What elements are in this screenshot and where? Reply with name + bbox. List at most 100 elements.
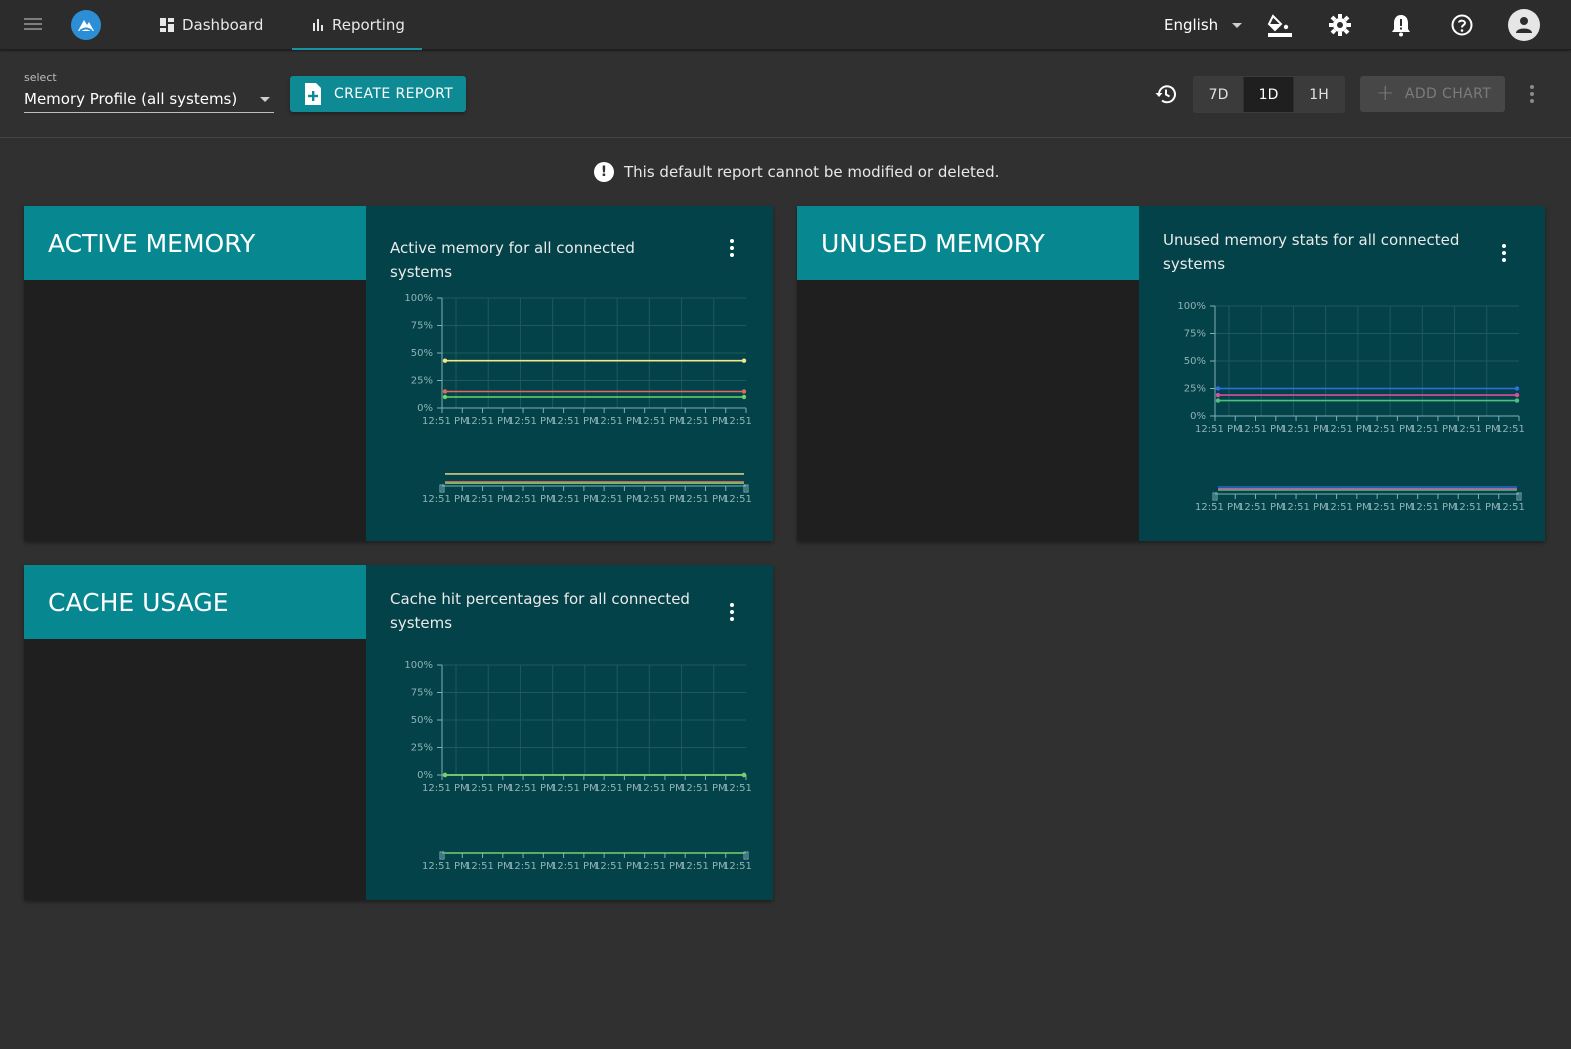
alert-icon: ! <box>594 162 614 182</box>
data-point <box>741 358 747 363</box>
x-tick-label: 12:51 PM <box>1281 424 1328 435</box>
range-7d-button[interactable]: 7D <box>1194 77 1244 112</box>
y-tick-label: 0% <box>417 403 433 414</box>
card-title: UNUSED MEMORY <box>797 206 1139 280</box>
x-tick-label: 12:51 PM <box>1238 424 1285 435</box>
help-icon[interactable] <box>1447 10 1477 40</box>
data-point <box>741 394 747 400</box>
x-tick-label: 12:51 PM <box>1195 424 1242 435</box>
card-unused-memory: UNUSED MEMORY Unused memory stats for al… <box>797 206 1545 541</box>
data-point <box>442 358 448 363</box>
y-tick-label: 75% <box>1184 329 1206 340</box>
tab-dashboard-label: Dashboard <box>182 16 264 34</box>
y-tick-label: 25% <box>411 376 433 387</box>
x-tick-label: 12:51 PM <box>422 783 469 794</box>
overview-tick-label: 12:51 PM <box>594 861 641 872</box>
data-point <box>1215 398 1221 403</box>
create-report-button[interactable]: CREATE REPORT <box>290 76 466 112</box>
x-tick-label: 12:51 PM <box>508 416 555 427</box>
overview-tick-label: 12:51 PM <box>1281 502 1328 513</box>
overview-tick-label: 12:51 PM <box>465 494 512 505</box>
add-chart-button[interactable]: + ADD CHART <box>1360 76 1505 112</box>
x-tick-label: 12:51 PM <box>1367 424 1414 435</box>
y-tick-label: 0% <box>1190 411 1206 422</box>
x-tick-label: 12:51 PM <box>680 783 727 794</box>
overview-tick-label: 12:51 PM <box>594 494 641 505</box>
x-tick-label: 12:51 PM <box>465 416 512 427</box>
chevron-down-icon <box>260 97 270 102</box>
x-tick-label: 12:51 PM <box>465 783 512 794</box>
data-point <box>1215 386 1221 391</box>
overview-tick-label: 12:51 <box>723 861 752 872</box>
plus-icon: + <box>1376 81 1395 106</box>
card-chart-panel: Cache hit percentages for all connected … <box>366 565 773 900</box>
gear-icon[interactable] <box>1325 10 1355 40</box>
overview-tick-label: 12:51 PM <box>637 494 684 505</box>
overview-tick-label: 12:51 PM <box>1453 502 1500 513</box>
x-tick-label: 12:51 PM <box>422 416 469 427</box>
overview-tick-label: 12:51 PM <box>1410 502 1457 513</box>
hamburger-menu-icon[interactable] <box>22 15 46 35</box>
card-cache-usage: CACHE USAGE Cache hit percentages for al… <box>24 565 773 900</box>
create-report-label: CREATE REPORT <box>334 86 454 102</box>
data-point <box>1215 392 1221 398</box>
report-select-value: Memory Profile (all systems) <box>24 90 238 108</box>
account-icon[interactable] <box>1508 9 1540 41</box>
y-tick-label: 100% <box>1177 301 1206 312</box>
top-bar: Dashboard Reporting English <box>0 0 1571 50</box>
x-tick-label: 12:51 <box>1496 424 1525 435</box>
y-tick-label: 100% <box>404 293 433 304</box>
select-label: select <box>24 71 57 84</box>
data-point <box>442 394 448 400</box>
overview-tick-label: 12:51 PM <box>680 494 727 505</box>
card-chart-panel: Unused memory stats for all connected sy… <box>1139 206 1545 541</box>
more-options-icon[interactable] <box>1522 80 1542 108</box>
range-1d-button[interactable]: 1D <box>1244 77 1294 112</box>
x-tick-label: 12:51 PM <box>637 416 684 427</box>
history-icon[interactable] <box>1152 80 1180 108</box>
line-chart: 100%75%50%25%0%12:51 PM12:51 PM12:51 PM1… <box>404 660 752 872</box>
y-tick-label: 50% <box>411 348 433 359</box>
y-tick-label: 25% <box>1184 384 1206 395</box>
x-tick-label: 12:51 PM <box>1324 424 1371 435</box>
x-tick-label: 12:51 PM <box>680 416 727 427</box>
y-tick-label: 50% <box>1184 356 1206 367</box>
y-tick-label: 0% <box>417 770 433 781</box>
range-1h-button[interactable]: 1H <box>1294 77 1344 112</box>
card-title: ACTIVE MEMORY <box>24 206 366 280</box>
data-point <box>741 389 747 394</box>
notice-text: This default report cannot be modified o… <box>624 163 1000 181</box>
tab-dashboard[interactable]: Dashboard <box>160 0 280 50</box>
overview-tick-label: 12:51 PM <box>508 861 555 872</box>
y-tick-label: 50% <box>411 715 433 726</box>
report-select[interactable]: Memory Profile (all systems) <box>24 87 274 113</box>
overview-tick-label: 12:51 PM <box>422 861 469 872</box>
language-label: English <box>1164 16 1219 34</box>
overview-tick-label: 12:51 PM <box>1367 502 1414 513</box>
line-chart: 100%75%50%25%0%12:51 PM12:51 PM12:51 PM1… <box>404 293 752 505</box>
y-tick-label: 75% <box>411 688 433 699</box>
tab-reporting-label: Reporting <box>332 16 405 34</box>
paint-bucket-icon[interactable] <box>1265 10 1295 40</box>
overview-tick-label: 12:51 PM <box>1238 502 1285 513</box>
bell-alert-icon[interactable] <box>1386 10 1416 40</box>
data-point <box>741 772 747 778</box>
data-point <box>1514 386 1520 391</box>
report-toolbar: select Memory Profile (all systems) CREA… <box>0 51 1571 138</box>
add-chart-label: ADD CHART <box>1404 86 1492 102</box>
language-select[interactable]: English <box>1164 0 1243 50</box>
add-document-icon <box>304 83 322 105</box>
x-tick-label: 12:51 PM <box>508 783 555 794</box>
overview-tick-label: 12:51 PM <box>508 494 555 505</box>
dashboard-icon <box>160 18 174 32</box>
app-logo[interactable] <box>71 10 101 40</box>
overview-tick-label: 12:51 PM <box>680 861 727 872</box>
tab-reporting[interactable]: Reporting <box>292 0 422 50</box>
data-point <box>1514 392 1520 398</box>
y-tick-label: 25% <box>411 743 433 754</box>
overview-tick-label: 12:51 PM <box>637 861 684 872</box>
time-range-toggle: 7D 1D 1H <box>1193 76 1345 113</box>
y-tick-label: 100% <box>404 660 433 671</box>
data-point <box>442 389 448 394</box>
overview-tick-label: 12:51 <box>723 494 752 505</box>
